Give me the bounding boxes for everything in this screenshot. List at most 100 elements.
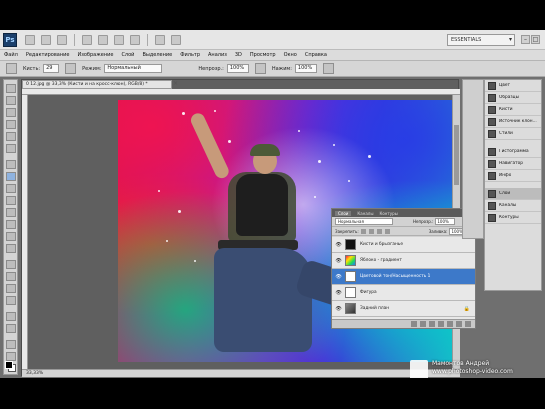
- zoom-tool-icon[interactable]: [6, 352, 16, 361]
- layer-row[interactable]: 👁 Кисти и брызганье: [332, 237, 475, 253]
- color-icon: [488, 81, 496, 90]
- shape-tool-icon[interactable]: [6, 296, 16, 305]
- mini-bridge-button[interactable]: [41, 34, 51, 45]
- eraser-tool-icon[interactable]: [6, 208, 16, 217]
- dock-item-styles[interactable]: Стили: [485, 128, 541, 140]
- minimize-button[interactable]: –: [521, 35, 530, 44]
- history-brush-tool-icon[interactable]: [6, 196, 16, 205]
- dock-item-paths[interactable]: Контуры: [485, 212, 541, 224]
- arrange-documents-button[interactable]: [155, 34, 165, 45]
- layer-row[interactable]: 👁 Яблоко - градиент: [332, 253, 475, 269]
- 3d-orbit-tool-icon[interactable]: [6, 324, 16, 333]
- 3d-rotate-tool-icon[interactable]: [6, 312, 16, 321]
- quick-select-tool-icon[interactable]: [6, 120, 16, 129]
- gradient-tool-icon[interactable]: [6, 220, 16, 229]
- dock-item-clone-source[interactable]: Источник клон...: [485, 116, 541, 128]
- airbrush-icon[interactable]: [322, 63, 334, 74]
- scrollbar-thumb[interactable]: [454, 125, 459, 185]
- move-tool-icon[interactable]: [6, 84, 16, 93]
- screen-mode-button[interactable]: [171, 34, 181, 45]
- brush-tool-icon[interactable]: [6, 63, 17, 74]
- new-group-icon[interactable]: [447, 321, 453, 327]
- document-tab[interactable]: 0 12.jpg @ 33,3% (Кисти и на кросс-клюн)…: [22, 80, 172, 89]
- lock-position-icon[interactable]: [376, 228, 382, 234]
- healing-brush-tool-icon[interactable]: [6, 160, 16, 169]
- styles-icon: [488, 129, 496, 138]
- pen-tool-icon[interactable]: [6, 260, 16, 269]
- hand-tool-icon[interactable]: [98, 34, 108, 45]
- brush-panel-toggle-icon[interactable]: [65, 63, 77, 74]
- path-selection-tool-icon[interactable]: [6, 284, 16, 293]
- menu-select[interactable]: Выделение: [142, 52, 172, 58]
- clone-stamp-tool-icon[interactable]: [6, 184, 16, 193]
- menu-help[interactable]: Справка: [305, 52, 327, 58]
- menu-analysis[interactable]: Анализ: [208, 52, 227, 58]
- layer-row-selected[interactable]: 👁 Цветовой тон/Насыщенность 1: [332, 269, 475, 285]
- figure-cap: [250, 144, 280, 156]
- zoom-level-button[interactable]: [82, 34, 92, 45]
- new-layer-icon[interactable]: [456, 321, 462, 327]
- add-mask-icon[interactable]: [429, 321, 435, 327]
- foreground-color-swatch[interactable]: [5, 361, 13, 369]
- dock-item-histogram[interactable]: Гистограмма: [485, 146, 541, 158]
- layer-opacity-field[interactable]: 100%: [435, 218, 456, 225]
- visibility-eye-icon[interactable]: 👁: [335, 241, 342, 248]
- workspace-switcher[interactable]: ESSENTIALS: [447, 34, 515, 46]
- pressure-opacity-icon[interactable]: [254, 63, 266, 74]
- dock-item-layers[interactable]: Слои: [485, 188, 541, 200]
- visibility-eye-icon[interactable]: 👁: [335, 289, 342, 296]
- sparkle: [348, 180, 350, 182]
- menu-file[interactable]: Файл: [4, 52, 18, 58]
- link-layers-icon[interactable]: [411, 321, 417, 327]
- crop-tool-icon[interactable]: [6, 132, 16, 141]
- dodge-tool-icon[interactable]: [6, 244, 16, 253]
- panel-dock: Цвет Образцы Кисти Источник клон... Стил…: [484, 79, 542, 291]
- layer-style-icon[interactable]: [420, 321, 426, 327]
- layer-row[interactable]: 👁 Фигура: [332, 285, 475, 301]
- type-tool-icon[interactable]: [6, 272, 16, 281]
- blend-mode-select[interactable]: Нормальный: [104, 64, 163, 73]
- layer-thumbnail: [345, 303, 356, 314]
- lock-all-icon[interactable]: [384, 228, 390, 234]
- brush-size-picker[interactable]: 29: [43, 64, 60, 73]
- menu-edit[interactable]: Редактирование: [26, 52, 70, 58]
- close-document-icon[interactable]: ×: [173, 80, 181, 89]
- visibility-eye-icon[interactable]: 👁: [335, 257, 342, 264]
- delete-layer-icon[interactable]: [465, 321, 471, 327]
- dock-item-channels[interactable]: Каналы: [485, 200, 541, 212]
- zoom-tool-icon[interactable]: [114, 34, 124, 45]
- visibility-eye-icon[interactable]: 👁: [335, 305, 342, 312]
- lasso-tool-icon[interactable]: [6, 108, 16, 117]
- layer-blend-mode-select[interactable]: Нормальная: [335, 218, 393, 225]
- flow-field[interactable]: 100%: [294, 64, 317, 73]
- lock-image-icon[interactable]: [368, 228, 374, 234]
- dock-item-navigator[interactable]: Навигатор: [485, 158, 541, 170]
- opacity-field[interactable]: 100%: [226, 64, 249, 73]
- view-extras-button[interactable]: [57, 34, 67, 45]
- layer-row[interactable]: 👁 Задний план 🔒: [332, 301, 475, 317]
- visibility-eye-icon[interactable]: 👁: [335, 273, 342, 280]
- eyedropper-tool-icon[interactable]: [6, 144, 16, 153]
- maximize-button[interactable]: □: [531, 35, 540, 44]
- brush-tool-icon[interactable]: [6, 172, 16, 181]
- menu-window[interactable]: Окно: [284, 52, 297, 58]
- lock-transparent-icon[interactable]: [360, 228, 366, 234]
- menu-view[interactable]: Просмотр: [250, 52, 276, 58]
- marquee-tool-icon[interactable]: [6, 96, 16, 105]
- tab-channels[interactable]: Каналы: [357, 211, 373, 216]
- dock-item-brushes[interactable]: Кисти: [485, 104, 541, 116]
- menu-3d[interactable]: 3D: [235, 52, 242, 58]
- menu-image[interactable]: Изображение: [77, 52, 113, 58]
- dock-item-swatches[interactable]: Образцы: [485, 92, 541, 104]
- bridge-button[interactable]: [25, 34, 35, 45]
- tab-layers[interactable]: Слои: [335, 210, 352, 216]
- dock-item-info[interactable]: Инфо: [485, 170, 541, 182]
- menu-layer[interactable]: Слой: [121, 52, 134, 58]
- blur-tool-icon[interactable]: [6, 232, 16, 241]
- menu-filter[interactable]: Фильтр: [180, 52, 200, 58]
- hand-tool-icon[interactable]: [6, 340, 16, 349]
- tab-paths[interactable]: Контуры: [379, 211, 397, 216]
- adjustment-layer-icon[interactable]: [438, 321, 444, 327]
- dock-item-color[interactable]: Цвет: [485, 80, 541, 92]
- rotate-view-icon[interactable]: [130, 34, 140, 45]
